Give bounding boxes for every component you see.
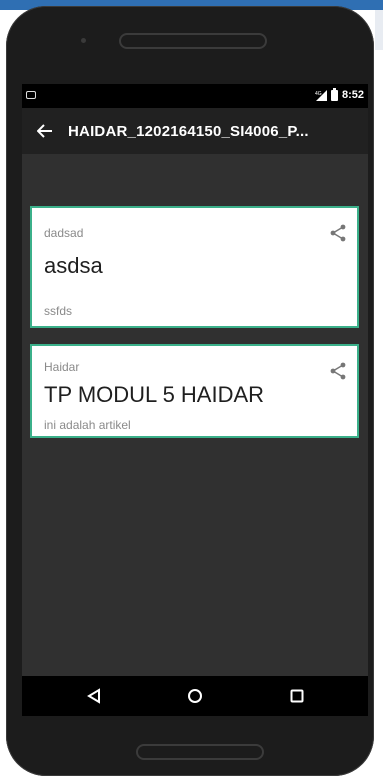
status-time: 8:52 [341, 89, 364, 101]
signal-icon: 4G [315, 89, 327, 101]
article-description: ini adalah artikel [44, 418, 131, 432]
status-bar: 4G 8:52 [22, 84, 368, 108]
article-title: TP MODUL 5 HAIDAR [44, 382, 265, 407]
device-screen: 4G 8:52 HAIDAR_1202164150_SI4006_P... da… [22, 84, 368, 716]
arrow-left-glyph [37, 124, 52, 138]
top-speaker [119, 33, 267, 49]
arrow-left-icon[interactable] [22, 108, 68, 154]
desktop-background-edge [375, 10, 383, 50]
navigation-bar [22, 676, 368, 716]
article-card[interactable]: dadsad asdsa ssfds [30, 206, 359, 328]
page-title: HAIDAR_1202164150_SI4006_P... [68, 122, 309, 140]
battery-icon [330, 87, 338, 101]
front-camera [81, 38, 86, 43]
notification-icon [26, 91, 36, 99]
article-author: Haidar [44, 360, 80, 374]
status-right-group: 4G 8:52 [315, 87, 364, 101]
article-title: asdsa [44, 253, 103, 278]
bottom-speaker [136, 744, 264, 760]
phone-frame: 4G 8:52 HAIDAR_1202164150_SI4006_P... da… [6, 6, 374, 776]
back-triangle-icon[interactable] [82, 684, 106, 708]
article-author: dadsad [44, 226, 84, 240]
network-badge: 4G [315, 91, 322, 97]
home-circle-icon[interactable] [183, 684, 207, 708]
article-card[interactable]: Haidar TP MODUL 5 HAIDAR ini adalah arti… [30, 344, 359, 438]
share-icon[interactable] [327, 222, 349, 244]
recents-square-icon[interactable] [285, 684, 309, 708]
app-bar: HAIDAR_1202164150_SI4006_P... [22, 108, 368, 154]
article-description: ssfds [44, 304, 73, 318]
share-icon[interactable] [327, 360, 349, 382]
